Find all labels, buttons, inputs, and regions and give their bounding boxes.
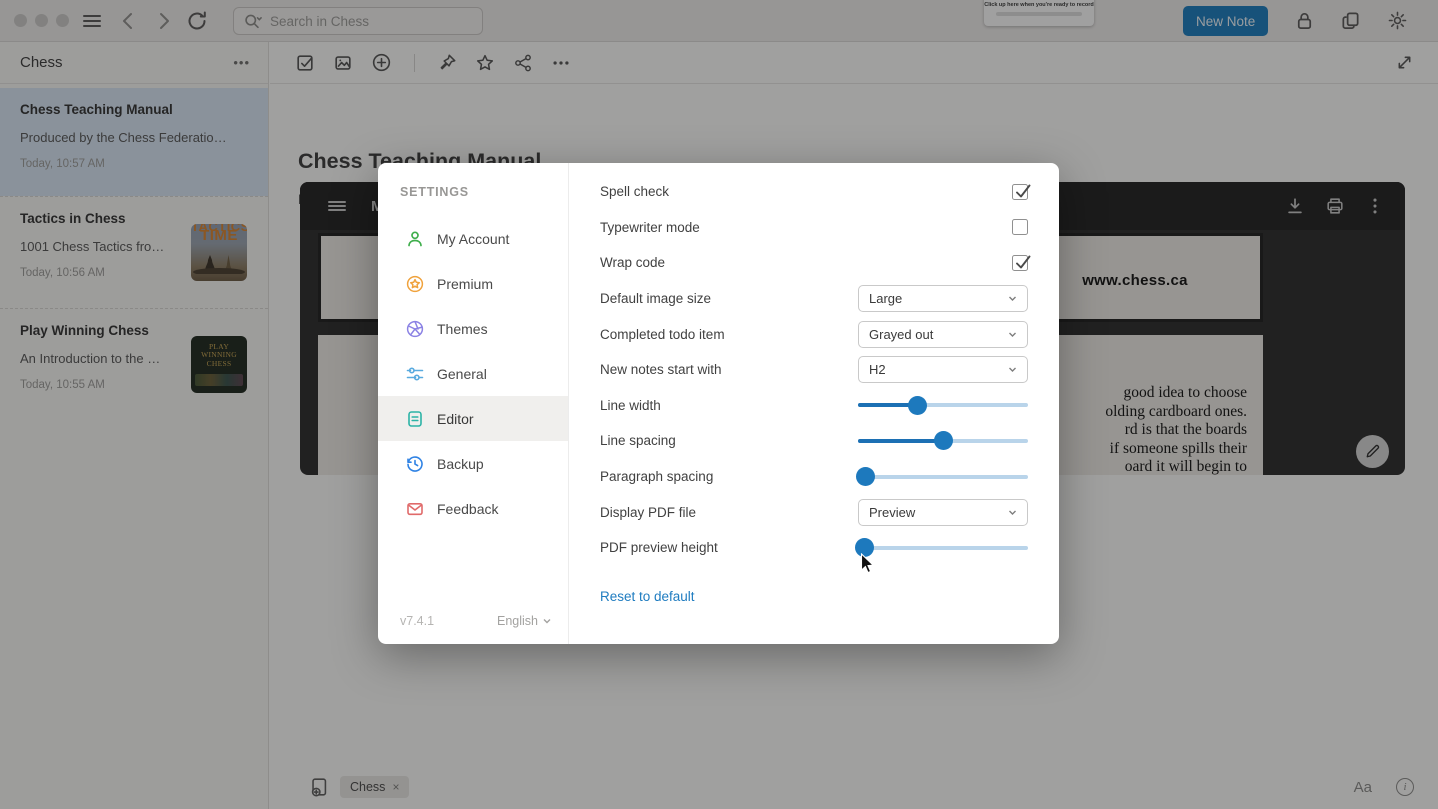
paragraph-spacing-slider[interactable] bbox=[856, 467, 1028, 487]
settings-nav-label: My Account bbox=[437, 230, 510, 247]
settings-nav-label: Themes bbox=[437, 320, 488, 337]
settings-nav-general[interactable]: General bbox=[378, 351, 568, 396]
settings-nav-label: Backup bbox=[437, 455, 484, 472]
setting-label: Line spacing bbox=[600, 433, 676, 449]
settings-nav-label: General bbox=[437, 365, 487, 382]
settings-nav-themes[interactable]: Themes bbox=[378, 306, 568, 351]
settings-nav-backup[interactable]: Backup bbox=[378, 441, 568, 486]
chevron-down-icon bbox=[1009, 510, 1016, 515]
select-value: Preview bbox=[869, 504, 916, 520]
setting-label: Default image size bbox=[600, 291, 712, 307]
slider-handle[interactable] bbox=[856, 467, 876, 487]
settings-nav-feedback[interactable]: Feedback bbox=[378, 486, 568, 531]
chevron-down-icon bbox=[1009, 367, 1016, 373]
select-value: Large bbox=[869, 291, 903, 307]
settings-header: SETTINGS bbox=[400, 185, 469, 199]
slider-handle[interactable] bbox=[908, 395, 927, 415]
editor-icon bbox=[408, 410, 422, 427]
line-spacing-slider[interactable] bbox=[858, 431, 1028, 451]
pdf-preview-height-slider[interactable] bbox=[855, 538, 1028, 558]
language-value: English bbox=[497, 614, 538, 628]
settings-nav-label: Feedback bbox=[437, 500, 499, 517]
app-window: Click up here when you're ready to recor… bbox=[0, 0, 1438, 809]
default-image-size-select[interactable]: Large bbox=[858, 285, 1028, 313]
setting-label: New notes start with bbox=[600, 362, 722, 378]
setting-label: Typewriter mode bbox=[600, 219, 700, 235]
typewriter-mode-checkbox[interactable] bbox=[1012, 219, 1028, 236]
select-value: H2 bbox=[869, 362, 886, 378]
new-notes-start-select[interactable]: H2 bbox=[858, 356, 1028, 384]
settings-nav-premium[interactable]: Premium bbox=[378, 261, 568, 306]
select-value: Grayed out bbox=[869, 326, 934, 342]
backup-icon bbox=[407, 455, 423, 472]
setting-label: Paragraph spacing bbox=[600, 469, 714, 485]
app-version: v7.4.1 bbox=[400, 614, 435, 628]
wrap-code-checkbox[interactable] bbox=[1012, 254, 1031, 271]
chevron-down-icon bbox=[1009, 296, 1016, 302]
settings-nav: SETTINGS My Account Premium Themes Gener… bbox=[378, 163, 569, 644]
setting-label: Display PDF file bbox=[600, 504, 697, 520]
mouse-cursor bbox=[860, 553, 876, 575]
settings-nav-label: Editor bbox=[437, 410, 474, 427]
settings-nav-my-account[interactable]: My Account bbox=[378, 216, 568, 261]
display-pdf-select[interactable]: Preview bbox=[858, 498, 1028, 526]
spell-check-checkbox[interactable] bbox=[1012, 183, 1031, 200]
premium-icon bbox=[406, 275, 424, 292]
setting-label: Line width bbox=[600, 397, 661, 413]
completed-todo-select[interactable]: Grayed out bbox=[858, 320, 1028, 348]
setting-label: Completed todo item bbox=[600, 326, 725, 342]
language-selector[interactable]: English bbox=[497, 614, 552, 628]
chevron-down-icon bbox=[543, 619, 551, 624]
account-icon bbox=[408, 230, 422, 246]
settings-panel: Spell check Typewriter mode Wrap code De… bbox=[569, 163, 1059, 644]
slider-handle[interactable] bbox=[933, 431, 953, 451]
reset-to-default-link[interactable]: Reset to default bbox=[600, 589, 695, 604]
setting-label: Spell check bbox=[600, 184, 670, 200]
general-icon bbox=[406, 366, 424, 381]
themes-icon bbox=[406, 320, 424, 337]
settings-nav-editor[interactable]: Editor bbox=[378, 396, 568, 441]
feedback-icon bbox=[407, 502, 423, 515]
settings-nav-label: Premium bbox=[437, 275, 494, 292]
setting-label: Wrap code bbox=[600, 255, 666, 271]
chevron-down-icon bbox=[1009, 332, 1016, 337]
setting-label: PDF preview height bbox=[600, 540, 718, 556]
settings-dialog: SETTINGS My Account Premium Themes Gener… bbox=[378, 163, 1059, 644]
line-width-slider[interactable] bbox=[858, 395, 1028, 415]
